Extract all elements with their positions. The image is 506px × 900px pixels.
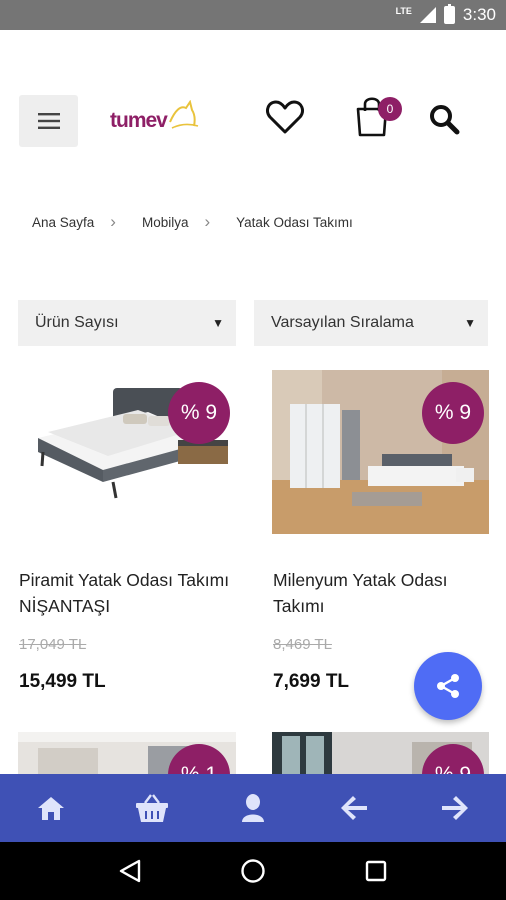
chevron-right-icon: › <box>204 212 211 231</box>
chevron-right-icon: › <box>110 212 116 231</box>
home-circle-icon[interactable] <box>240 858 266 884</box>
current-price: 15,499 TL <box>19 671 106 692</box>
discount-badge: % 9 <box>168 382 230 444</box>
network-type: LTE <box>395 5 412 16</box>
sort-label: Varsayılan Sıralama <box>271 314 414 331</box>
sort-select[interactable]: Varsayılan Sıralama ▼ <box>254 300 488 346</box>
menu-icon <box>37 113 60 129</box>
logo-house-icon <box>169 100 199 129</box>
clock: 3:30 <box>462 5 496 24</box>
logo-text: tumev <box>110 109 168 132</box>
battery-icon <box>443 4 455 24</box>
old-price: 8,469 TL <box>273 636 332 653</box>
basket-button[interactable] <box>132 788 172 828</box>
breadcrumb-category[interactable]: Mobilya <box>142 215 189 230</box>
forward-arrow-icon <box>442 796 469 820</box>
status-bar: LTE 3:30 <box>0 0 506 30</box>
breadcrumb: Ana Sayfa › Mobilya › Yatak Odası Takımı <box>32 212 353 232</box>
share-button[interactable] <box>414 652 482 720</box>
system-navigation-bar <box>0 842 506 900</box>
signal-icon <box>419 7 436 23</box>
user-icon <box>241 794 264 822</box>
heart-icon[interactable] <box>264 96 306 138</box>
product-count-select[interactable]: Ürün Sayısı ▼ <box>18 300 236 346</box>
product-count-label: Ürün Sayısı <box>35 314 119 331</box>
forward-button[interactable] <box>435 788 475 828</box>
home-button[interactable] <box>31 788 71 828</box>
breadcrumb-home[interactable]: Ana Sayfa <box>32 215 94 230</box>
old-price: 17,049 TL <box>19 636 87 653</box>
breadcrumb-current: Yatak Odası Takımı <box>236 214 353 230</box>
dropdown-arrow-icon: ▼ <box>212 316 224 330</box>
product-name[interactable]: Milenyum Yatak Odası Takımı <box>273 567 493 619</box>
account-button[interactable] <box>233 788 273 828</box>
search-icon[interactable] <box>428 103 460 135</box>
home-icon <box>37 797 64 820</box>
basket-icon <box>135 794 168 822</box>
cart-count-badge: 0 <box>378 97 402 121</box>
recents-square-icon[interactable] <box>365 860 387 882</box>
back-button[interactable] <box>334 788 374 828</box>
current-price: 7,699 TL <box>273 671 350 692</box>
back-triangle-icon[interactable] <box>119 859 141 883</box>
product-name[interactable]: Piramit Yatak Odası Takımı NİŞANTAŞI <box>19 567 239 619</box>
back-arrow-icon <box>341 796 368 820</box>
header: tumev 0 <box>0 30 506 170</box>
logo[interactable]: tumev <box>110 100 200 140</box>
dropdown-arrow-icon: ▼ <box>464 316 476 330</box>
share-icon <box>437 674 459 698</box>
bottom-navigation <box>0 774 506 842</box>
discount-badge: % 9 <box>422 382 484 444</box>
menu-button[interactable] <box>19 95 78 147</box>
